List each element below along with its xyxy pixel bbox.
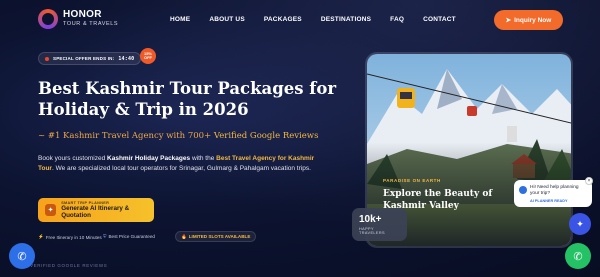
hero-description: Book yours customized Kashmir Holiday Pa…: [38, 154, 323, 173]
desc-text-3: . We are specialized local tour operator…: [51, 164, 311, 172]
shield-icon: ⛨: [103, 234, 107, 239]
call-button[interactable]: ✆: [9, 243, 35, 269]
top-navigation: HONOR TOUR & TRAVELS HOME ABOUT US PACKA…: [0, 0, 600, 40]
desc-bold-1: Kashmir Holiday Packages: [107, 155, 191, 162]
chat-message: Hi! Need help planning your trip?: [530, 185, 579, 196]
whatsapp-icon: ✆: [573, 250, 583, 263]
limited-slots-badge: 🔥 LIMITED SLOTS AVAILABLE: [175, 231, 257, 242]
stat-number: 10k+: [359, 214, 382, 225]
slots-label: LIMITED SLOTS AVAILABLE: [188, 234, 251, 239]
offer-countdown: SPECIAL OFFER ENDS IN: 14:40: [38, 52, 142, 65]
feature-label: Free Itinerary in 10 Minutes: [45, 234, 102, 240]
fire-icon: 🔥: [181, 233, 187, 239]
brand-subtitle: TOUR & TRAVELS: [63, 21, 119, 28]
ai-itinerary-button[interactable]: ✦ SMART TRIP PLANNER Generate AI Itinera…: [38, 198, 154, 222]
verified-reviews-label: VERIFIED GOOGLE REVIEWS: [30, 263, 108, 268]
offer-timer: 14:40: [118, 55, 135, 62]
close-icon[interactable]: ×: [585, 177, 593, 185]
cta-kicker: SMART TRIP PLANNER: [61, 201, 110, 205]
chat-status: AI PLANNER READY: [530, 199, 568, 203]
stat-label: HAPPY TRAVELERS: [359, 227, 385, 235]
hero-title: Best Kashmir Tour Packages for Holiday &…: [38, 79, 337, 119]
nav-packages[interactable]: PACKAGES: [264, 16, 302, 23]
phone-icon: ✆: [17, 250, 27, 263]
nav-faq[interactable]: FAQ: [390, 16, 404, 23]
brand-logo[interactable]: HONOR TOUR & TRAVELS: [38, 9, 118, 29]
nav-home[interactable]: HOME: [170, 16, 190, 23]
inquiry-label: Inquiry Now: [514, 16, 552, 24]
nav-about[interactable]: ABOUT US: [209, 16, 245, 23]
bolt-icon: ⚡: [38, 234, 44, 239]
tagline-highlight[interactable]: Verified Google Reviews: [214, 131, 319, 141]
feature-label: Best Price Guaranteed: [108, 234, 155, 239]
chat-avatar-icon: [519, 186, 527, 194]
travelers-stat: 10k+ HAPPY TRAVELERS: [352, 208, 407, 241]
cta-label: Generate AI Itinerary & Quotation: [61, 205, 130, 219]
logo-icon: [38, 9, 58, 29]
chat-popup[interactable]: Hi! Need help planning your trip? AI PLA…: [514, 180, 592, 207]
hero-tagline: ~ #1 Kashmir Travel Agency with 700+ Ver…: [38, 131, 318, 141]
desc-text-1: Book yours customized: [38, 155, 106, 162]
tagline-prefix: ~ #1 Kashmir Travel Agency with 700+: [38, 131, 212, 141]
nav-contact[interactable]: CONTACT: [423, 16, 456, 23]
sparkle-icon: ✦: [576, 218, 584, 229]
ai-assistant-button[interactable]: ✦: [569, 213, 591, 235]
offer-label: SPECIAL OFFER ENDS IN:: [53, 56, 115, 61]
inquiry-button[interactable]: ➤ Inquiry Now: [494, 10, 563, 30]
whatsapp-button[interactable]: ✆: [565, 243, 591, 269]
card-kicker: PARADISE ON EARTH: [383, 178, 441, 183]
nav-destinations[interactable]: DESTINATIONS: [321, 16, 371, 23]
main-menu: HOME ABOUT US PACKAGES DESTINATIONS FAQ …: [170, 16, 456, 23]
discount-badge: 15% OFF: [140, 48, 156, 64]
feature-free-itinerary: ⚡ Free Itinerary in 10 Minutes: [38, 234, 102, 240]
brand-name: HONOR: [63, 9, 102, 21]
send-icon: ➤: [505, 17, 512, 24]
desc-text-2: with the: [191, 155, 215, 162]
sparkle-icon: ✦: [45, 204, 57, 216]
live-dot-icon: [45, 56, 49, 61]
feature-best-price: ⛨ Best Price Guaranteed: [103, 234, 155, 239]
